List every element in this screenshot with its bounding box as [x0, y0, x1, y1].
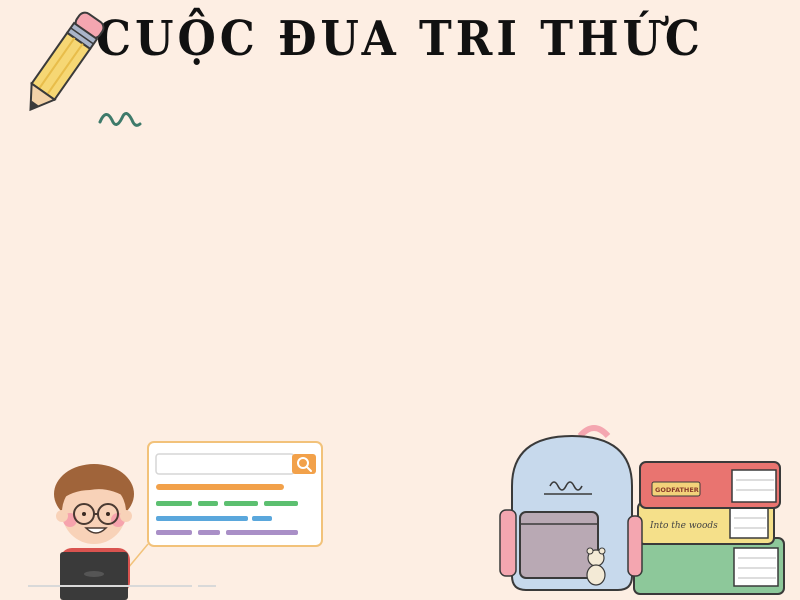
- backpack: [499, 425, 643, 591]
- book-label-middle: Into the woods: [649, 521, 718, 531]
- pencil-illustration: [29, 11, 142, 127]
- backpack-books-illustration: Into the woods GODFATHER: [499, 425, 785, 595]
- book-label-top: GODFATHER: [655, 486, 699, 494]
- book-stack: Into the woods GODFATHER: [633, 461, 785, 595]
- kid-search-illustration: [28, 441, 323, 600]
- slide: CUỘC ĐUA TRI THỨC Into the woods GODFATH…: [0, 0, 800, 600]
- search-card: [127, 441, 323, 569]
